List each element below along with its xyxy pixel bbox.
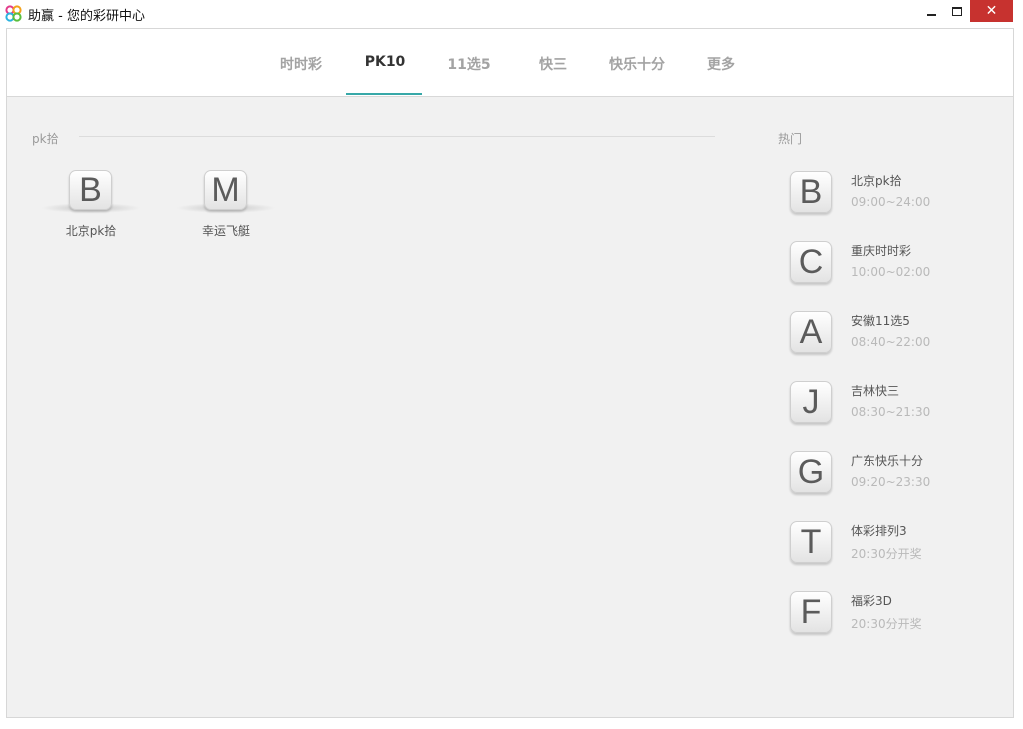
hot-item-name: 体彩排列3 — [851, 524, 907, 538]
hot-item-time: 09:00~24:00 — [851, 195, 931, 209]
tab-11xuan5[interactable]: 11选5 — [435, 54, 503, 96]
tab-kuaileshifen[interactable]: 快乐十分 — [601, 54, 673, 96]
tab-bar: 时时彩 PK10 11选5 快三 快乐十分 更多 — [7, 29, 1013, 97]
hot-item-name: 吉林快三 — [851, 384, 900, 398]
tab-more[interactable]: 更多 — [695, 54, 747, 96]
hot-item-time: 10:00~02:00 — [851, 265, 931, 279]
section-divider — [79, 136, 715, 137]
hot-item-chongqing-ssc[interactable]: C 重庆时时彩 10:00~02:00 — [790, 241, 1000, 287]
hot-item-anhui-11x5[interactable]: A 安徽11选5 08:40~22:00 — [790, 311, 1000, 357]
hot-item-name: 安徽11选5 — [851, 314, 910, 328]
active-tab-indicator — [346, 93, 422, 95]
tab-shishicai[interactable]: 时时彩 — [269, 54, 333, 96]
letter-b-icon: B — [69, 170, 112, 210]
letter-t-icon: T — [790, 521, 832, 563]
section-label: pk拾 — [32, 132, 59, 146]
close-icon: ✕ — [985, 3, 998, 19]
game-name: 幸运飞艇 — [201, 224, 250, 238]
tab-pk10[interactable]: PK10 — [352, 54, 418, 96]
minimize-icon — [926, 14, 936, 16]
hot-item-time: 20:30分开奖 — [851, 617, 922, 631]
hot-item-name: 北京pk拾 — [851, 174, 902, 188]
hot-item-beijing-pk10[interactable]: B 北京pk拾 09:00~24:00 — [790, 171, 1000, 217]
hot-item-name: 重庆时时彩 — [851, 244, 912, 258]
game-beijing-pk10[interactable]: B 北京pk拾 — [36, 167, 146, 247]
letter-j-icon: J — [790, 381, 832, 423]
maximize-icon — [952, 6, 962, 16]
hot-item-time: 08:40~22:00 — [851, 335, 931, 349]
tab-kuaisan[interactable]: 快三 — [523, 54, 583, 96]
main-window: 时时彩 PK10 11选5 快三 快乐十分 更多 pk拾 B 北京pk拾 M 幸… — [6, 28, 1014, 718]
close-button[interactable]: ✕ — [970, 0, 1013, 22]
window-title: 助赢 - 您的彩研中心 — [28, 9, 145, 24]
letter-b-icon: B — [790, 171, 832, 213]
hot-item-time: 09:20~23:30 — [851, 475, 931, 489]
app-logo-icon — [5, 5, 22, 22]
game-name: 北京pk拾 — [65, 224, 117, 238]
minimize-button[interactable] — [918, 0, 944, 22]
maximize-button[interactable] — [944, 0, 970, 22]
hot-item-fucai-3d[interactable]: F 福彩3D 20:30分开奖 — [790, 591, 1000, 637]
game-xingyun-feiting[interactable]: M 幸运飞艇 — [171, 167, 281, 247]
letter-m-icon: M — [204, 170, 247, 210]
hot-item-name: 广东快乐十分 — [851, 454, 924, 468]
hot-item-jilin-k3[interactable]: J 吉林快三 08:30~21:30 — [790, 381, 1000, 427]
letter-c-icon: C — [790, 241, 832, 283]
hot-label: 热门 — [778, 132, 803, 146]
hot-item-guangdong-klsf[interactable]: G 广东快乐十分 09:20~23:30 — [790, 451, 1000, 497]
hot-item-ticai-pl3[interactable]: T 体彩排列3 20:30分开奖 — [790, 521, 1000, 567]
hot-item-time: 08:30~21:30 — [851, 405, 931, 419]
hot-item-time: 20:30分开奖 — [851, 547, 922, 561]
title-bar: 助赢 - 您的彩研中心 ✕ — [0, 0, 1023, 27]
letter-g-icon: G — [790, 451, 832, 493]
letter-f-icon: F — [790, 591, 832, 633]
hot-item-name: 福彩3D — [851, 594, 892, 608]
letter-a-icon: A — [790, 311, 832, 353]
